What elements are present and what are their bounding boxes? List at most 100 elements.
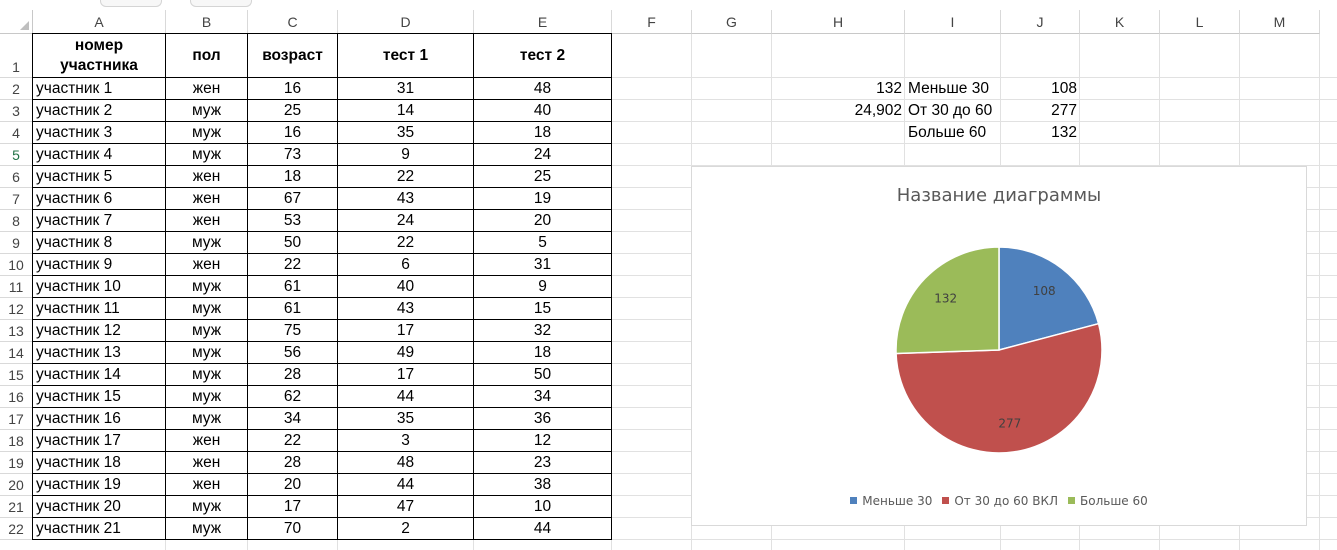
row-header-17[interactable]: 17 bbox=[0, 408, 33, 430]
cell-j3[interactable]: 277 bbox=[1001, 100, 1080, 122]
row-header-16[interactable]: 16 bbox=[0, 386, 33, 408]
table-cell[interactable]: муж bbox=[166, 518, 248, 540]
table-cell[interactable]: жен bbox=[166, 254, 248, 276]
table-cell[interactable]: 31 bbox=[474, 254, 612, 276]
table-cell[interactable]: 10 bbox=[474, 496, 612, 518]
table-cell[interactable]: муж bbox=[166, 364, 248, 386]
table-cell[interactable]: муж bbox=[166, 144, 248, 166]
table-cell[interactable]: 9 bbox=[474, 276, 612, 298]
table-cell[interactable]: 44 bbox=[338, 474, 474, 496]
table-cell[interactable]: жен bbox=[166, 210, 248, 232]
table-cell[interactable]: 14 bbox=[338, 100, 474, 122]
table-cell[interactable]: участник 18 bbox=[33, 452, 166, 474]
table-cell[interactable]: 70 bbox=[248, 518, 338, 540]
table-cell[interactable]: 38 bbox=[474, 474, 612, 496]
row-header-14[interactable]: 14 bbox=[0, 342, 33, 364]
column-header-j[interactable]: J bbox=[1001, 10, 1080, 34]
column-header-l[interactable]: L bbox=[1160, 10, 1240, 34]
row-header-18[interactable]: 18 bbox=[0, 430, 33, 452]
column-header-i[interactable]: I bbox=[905, 10, 1001, 34]
row-header-3[interactable]: 3 bbox=[0, 100, 33, 122]
table-cell[interactable]: 24 bbox=[474, 144, 612, 166]
table-cell[interactable]: жен bbox=[166, 474, 248, 496]
table-cell[interactable]: 5 bbox=[474, 232, 612, 254]
table-cell[interactable]: 53 bbox=[248, 210, 338, 232]
table-cell[interactable]: участник 15 bbox=[33, 386, 166, 408]
table-cell[interactable]: 34 bbox=[248, 408, 338, 430]
table-cell[interactable]: 48 bbox=[474, 78, 612, 100]
row-header-2[interactable]: 2 bbox=[0, 78, 33, 100]
row-header-12[interactable]: 12 bbox=[0, 298, 33, 320]
table-cell[interactable]: муж bbox=[166, 298, 248, 320]
table-cell[interactable]: 49 bbox=[338, 342, 474, 364]
row-header-10[interactable]: 10 bbox=[0, 254, 33, 276]
column-header-b[interactable]: B bbox=[166, 10, 248, 34]
row-header-1[interactable]: 1 bbox=[0, 34, 33, 78]
row-header-9[interactable]: 9 bbox=[0, 232, 33, 254]
table-cell[interactable]: 2 bbox=[338, 518, 474, 540]
table-cell[interactable]: участник 19 bbox=[33, 474, 166, 496]
legend-item[interactable]: Больше 60 bbox=[1068, 494, 1148, 508]
table-cell[interactable]: 3 bbox=[338, 430, 474, 452]
table-cell[interactable]: муж bbox=[166, 408, 248, 430]
table-cell[interactable]: 18 bbox=[248, 166, 338, 188]
table-cell[interactable]: участник 14 bbox=[33, 364, 166, 386]
table-cell[interactable]: 44 bbox=[474, 518, 612, 540]
table-cell[interactable]: 73 bbox=[248, 144, 338, 166]
column-header-m[interactable]: M bbox=[1240, 10, 1320, 34]
row-header-21[interactable]: 21 bbox=[0, 496, 33, 518]
table-cell[interactable]: 22 bbox=[248, 430, 338, 452]
table-cell[interactable]: 20 bbox=[248, 474, 338, 496]
column-header-d[interactable]: D bbox=[338, 10, 474, 34]
table-cell[interactable]: участник 3 bbox=[33, 122, 166, 144]
table-cell[interactable]: участник 13 bbox=[33, 342, 166, 364]
header-cell[interactable]: тест 1 bbox=[338, 34, 474, 78]
table-cell[interactable]: участник 12 bbox=[33, 320, 166, 342]
table-cell[interactable]: 17 bbox=[338, 364, 474, 386]
table-cell[interactable]: 34 bbox=[474, 386, 612, 408]
table-cell[interactable]: 61 bbox=[248, 298, 338, 320]
row-header-4[interactable]: 4 bbox=[0, 122, 33, 144]
cell-i4[interactable]: Больше 60 bbox=[905, 122, 1001, 144]
row-header-22[interactable]: 22 bbox=[0, 518, 33, 540]
cell-i2[interactable]: Меньше 30 bbox=[905, 78, 1001, 100]
header-cell[interactable]: возраст bbox=[248, 34, 338, 78]
chart-legend[interactable]: Меньше 30 От 30 до 60 ВКЛ Больше 60 bbox=[692, 494, 1306, 508]
table-cell[interactable]: 75 bbox=[248, 320, 338, 342]
table-cell[interactable]: жен bbox=[166, 452, 248, 474]
table-cell[interactable]: 48 bbox=[338, 452, 474, 474]
cell-i3[interactable]: От 30 до 60 bbox=[905, 100, 1001, 122]
table-cell[interactable]: 6 bbox=[338, 254, 474, 276]
table-cell[interactable]: 47 bbox=[338, 496, 474, 518]
table-cell[interactable]: 9 bbox=[338, 144, 474, 166]
table-cell[interactable]: 67 bbox=[248, 188, 338, 210]
table-cell[interactable]: 35 bbox=[338, 408, 474, 430]
table-cell[interactable]: муж bbox=[166, 122, 248, 144]
table-cell[interactable]: 22 bbox=[248, 254, 338, 276]
table-cell[interactable]: муж bbox=[166, 276, 248, 298]
table-cell[interactable]: муж bbox=[166, 100, 248, 122]
table-cell[interactable]: 17 bbox=[338, 320, 474, 342]
table-cell[interactable]: 35 bbox=[338, 122, 474, 144]
column-header-h[interactable]: H bbox=[772, 10, 905, 34]
column-header-f[interactable]: F bbox=[612, 10, 692, 34]
table-cell[interactable]: 15 bbox=[474, 298, 612, 320]
table-cell[interactable]: 44 bbox=[338, 386, 474, 408]
table-cell[interactable]: 23 bbox=[474, 452, 612, 474]
table-cell[interactable]: 25 bbox=[474, 166, 612, 188]
row-header-19[interactable]: 19 bbox=[0, 452, 33, 474]
table-cell[interactable]: 43 bbox=[338, 188, 474, 210]
row-header-20[interactable]: 20 bbox=[0, 474, 33, 496]
table-cell[interactable]: участник 7 bbox=[33, 210, 166, 232]
table-cell[interactable]: участник 17 bbox=[33, 430, 166, 452]
table-cell[interactable]: 22 bbox=[338, 232, 474, 254]
row-header-5[interactable]: 5 bbox=[0, 144, 33, 166]
table-cell[interactable]: 40 bbox=[338, 276, 474, 298]
table-cell[interactable]: 40 bbox=[474, 100, 612, 122]
row-header-8[interactable]: 8 bbox=[0, 210, 33, 232]
cell-j2[interactable]: 108 bbox=[1001, 78, 1080, 100]
table-cell[interactable]: 18 bbox=[474, 342, 612, 364]
table-cell[interactable]: 16 bbox=[248, 122, 338, 144]
legend-item[interactable]: От 30 до 60 ВКЛ bbox=[942, 494, 1058, 508]
select-all-corner[interactable] bbox=[0, 10, 33, 34]
